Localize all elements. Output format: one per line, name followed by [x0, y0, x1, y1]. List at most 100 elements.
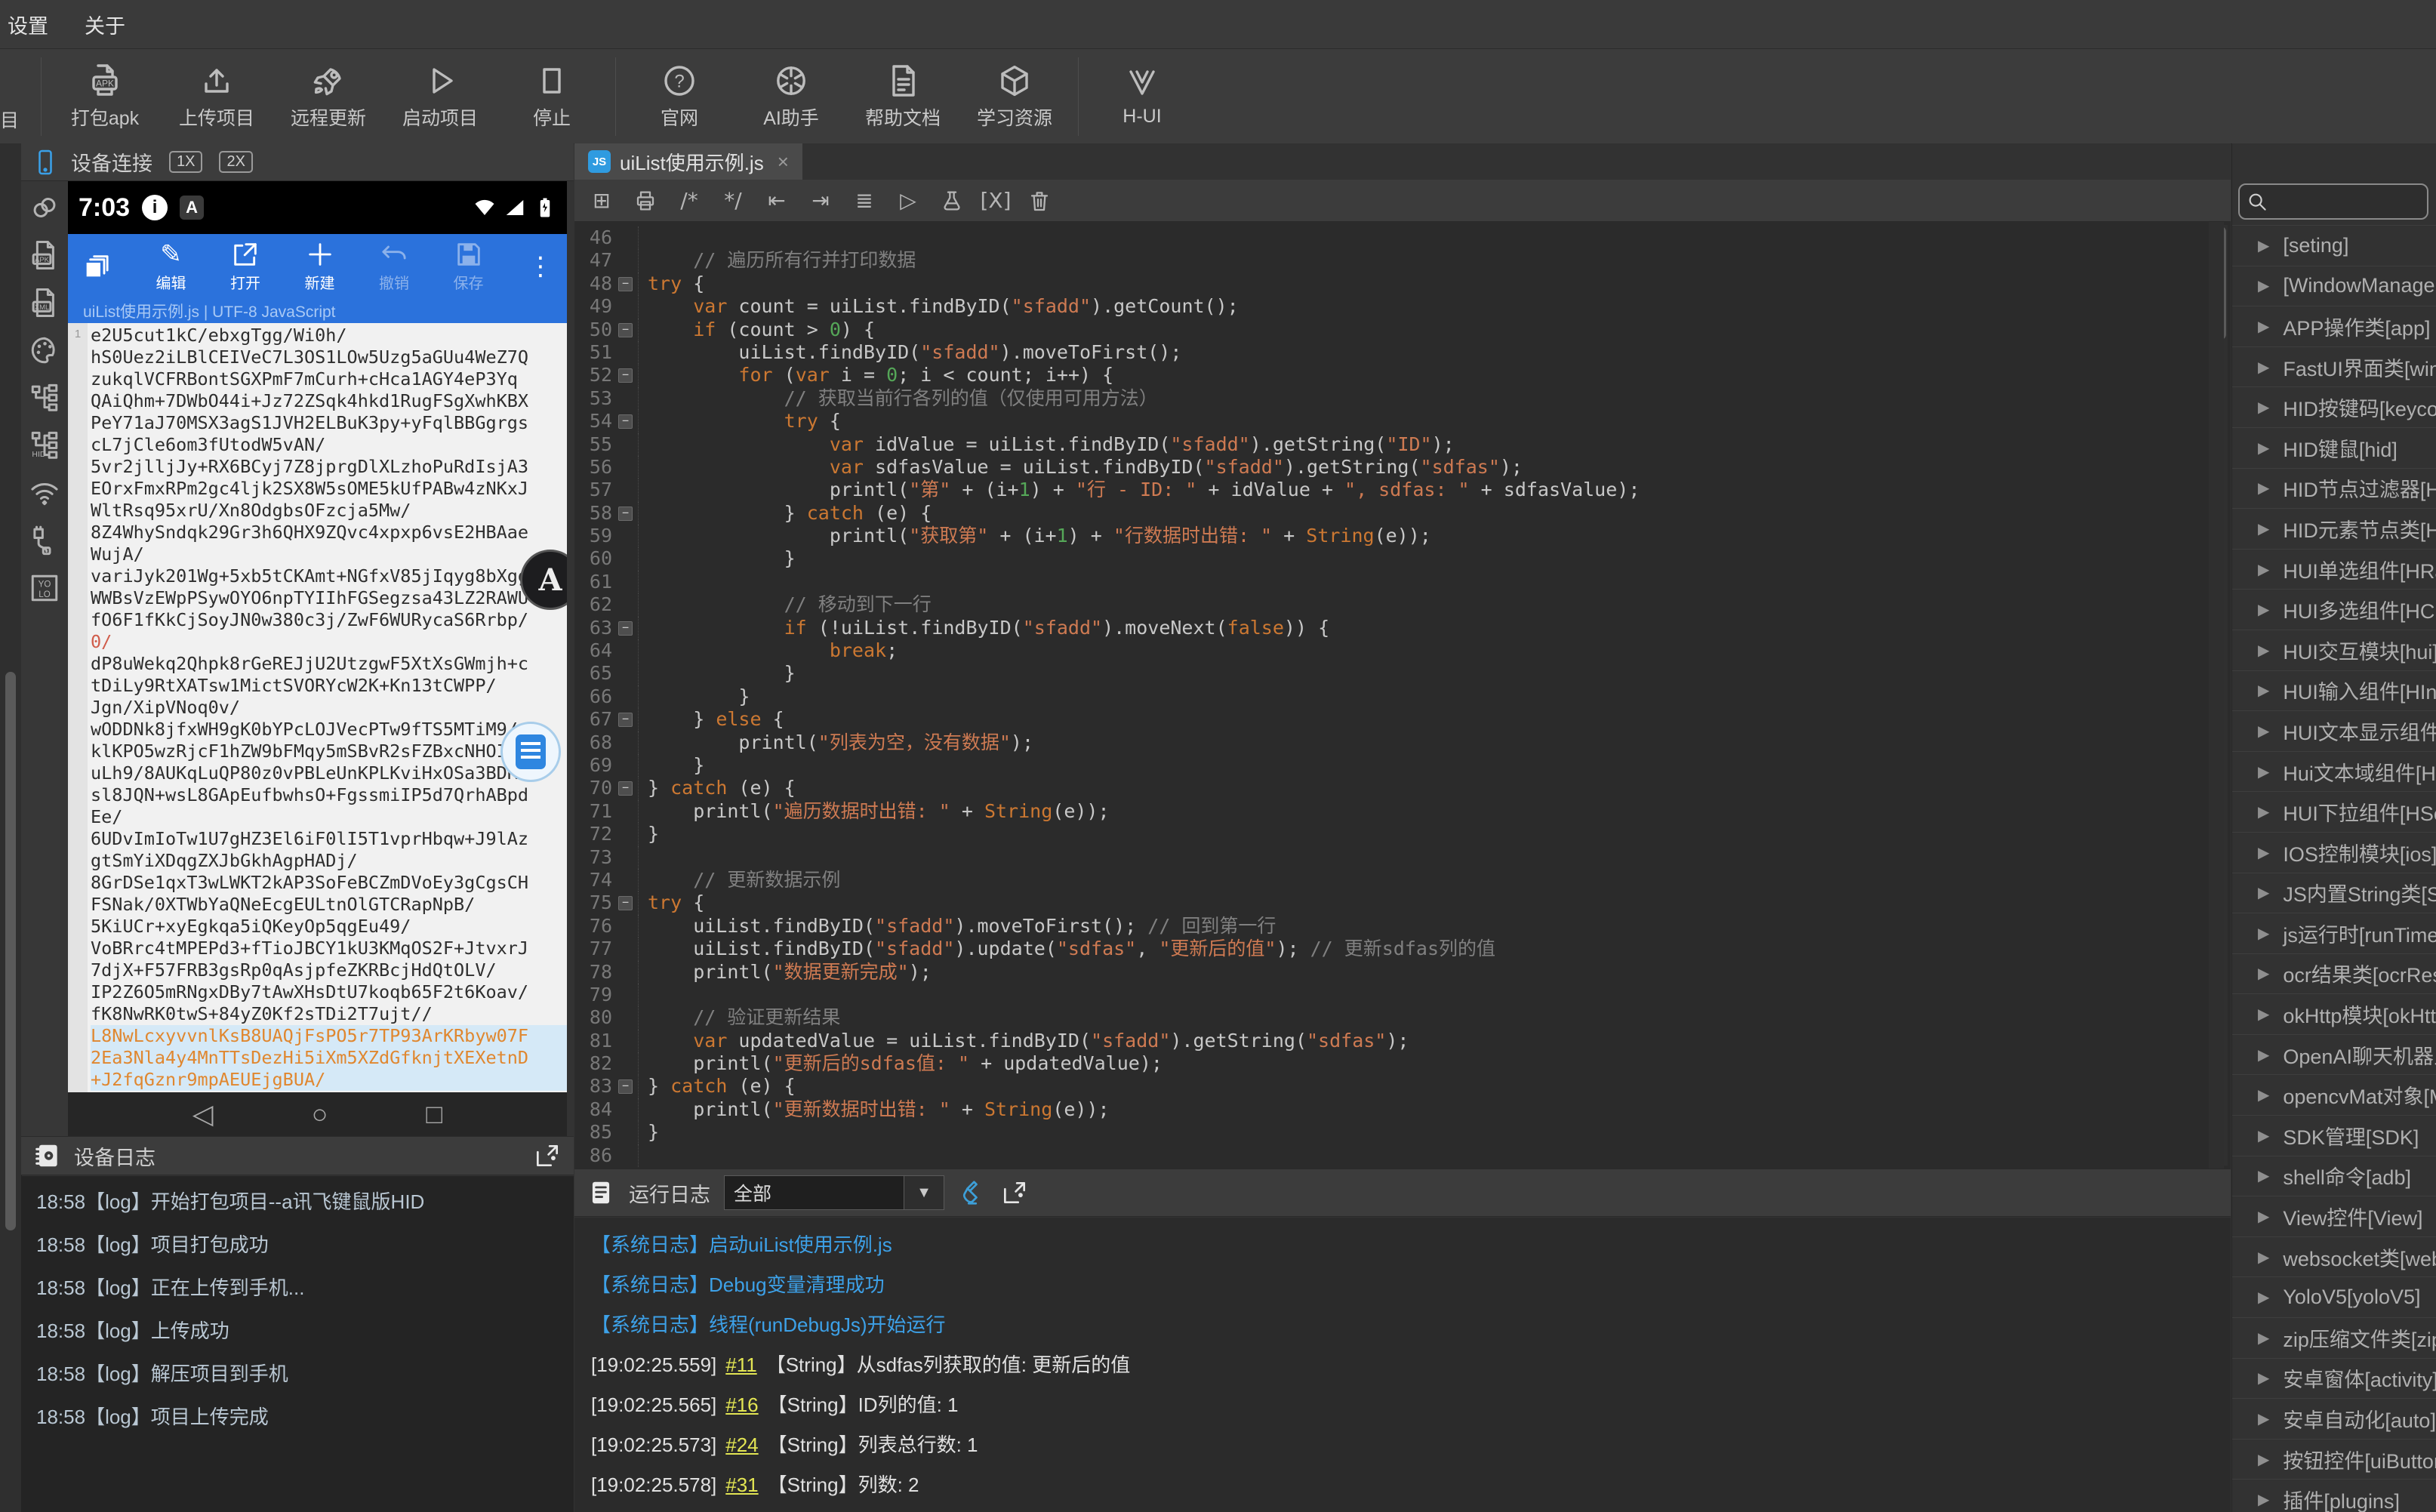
expand-arrow-icon[interactable]: ▶ [2258, 802, 2269, 821]
device-log-list[interactable]: 18:58【log】开始打包项目--a讯飞键鼠版HID 18:58【log】项目打… [21, 1176, 574, 1512]
phone-toolbar-pencil[interactable]: ✎ 编辑 [156, 239, 186, 293]
toolbar-button-play[interactable]: 启动项目 [384, 52, 496, 141]
menu-设置[interactable]: 设置 [8, 10, 48, 39]
editor-toolbar-new-button[interactable]: ⊞ [585, 184, 618, 217]
api-tree-item[interactable]: ▶ HUI交互模块[hui] [2232, 629, 2436, 670]
nav-back-icon[interactable]: ◁ [192, 1098, 214, 1130]
run-log-filter-select[interactable]: 全部 ▼ [724, 1175, 944, 1210]
api-tree-item[interactable]: ▶ 安卓窗体[activity] [2232, 1357, 2436, 1399]
expand-arrow-icon[interactable]: ▶ [2258, 1045, 2269, 1064]
fold-marker[interactable]: − [618, 896, 633, 911]
tab-uilist-example[interactable]: JS uiList使用示例.js × [574, 143, 802, 180]
api-tree-item[interactable]: ▶ HUI输入组件[HInpu [2232, 670, 2436, 711]
log-line-link[interactable]: #31 [725, 1474, 758, 1496]
phone-toolbar-dots[interactable]: ⋮ [528, 251, 553, 282]
expand-arrow-icon[interactable]: ▶ [2258, 276, 2269, 295]
editor-toolbar-indent-button[interactable]: ⇥ [804, 184, 837, 217]
editor-toolbar-flask-button[interactable] [935, 184, 969, 217]
expand-arrow-icon[interactable]: ▶ [2258, 1126, 2269, 1145]
toolbar-button-rocket[interactable]: 远程更新 [273, 52, 384, 141]
api-tree-item[interactable]: ▶ HUI文本显示组件[H [2232, 710, 2436, 751]
expand-arrow-icon[interactable]: ▶ [2258, 560, 2269, 579]
expand-arrow-icon[interactable]: ▶ [2258, 1369, 2269, 1387]
expand-arrow-icon[interactable]: ▶ [2258, 479, 2269, 497]
api-search-box[interactable] [2238, 183, 2428, 220]
menu-关于[interactable]: 关于 [85, 10, 125, 39]
run-log-list[interactable]: 【系统日志】启动uiList使用示例.js 【系统日志】Debug变量清理成功 【系… [574, 1218, 2231, 1512]
api-tree-item[interactable]: ▶ [seting] [2232, 225, 2436, 266]
api-tree-item[interactable]: ▶ Hui文本域组件[HTe [2232, 750, 2436, 792]
editor-toolbar-regex-button[interactable]: [X] [979, 184, 1012, 217]
toolbar-button-stop[interactable]: 停止 [496, 52, 608, 141]
toolbar-button-box[interactable]: 学习资源 [959, 52, 1070, 141]
api-tree-item[interactable]: ▶ HID键鼠[hid] [2232, 427, 2436, 468]
api-tree-item[interactable]: ▶ 按钮控件[uiButton] [2232, 1438, 2436, 1480]
api-tree-item[interactable]: ▶ JS内置String类[Str [2232, 872, 2436, 913]
expand-arrow-icon[interactable]: ▶ [2258, 883, 2269, 902]
api-tree-item[interactable]: ▶ 插件[plugins] [2232, 1479, 2436, 1512]
toolbar-button-question[interactable]: ? 官网 [624, 52, 735, 141]
expand-arrow-icon[interactable]: ▶ [2258, 1288, 2269, 1307]
expand-arrow-icon[interactable]: ▶ [2258, 762, 2269, 781]
phone-toolbar-plus[interactable]: 新建 [305, 239, 335, 293]
toolbar-item-partial[interactable]: 目 [0, 44, 33, 149]
expand-arrow-icon[interactable]: ▶ [2258, 1166, 2269, 1185]
expand-arrow-icon[interactable]: ▶ [2258, 1329, 2269, 1347]
side-yolo-icon[interactable]: YO LO [29, 572, 60, 604]
api-tree-item[interactable]: ▶ HID元素节点类[Hid [2232, 508, 2436, 549]
expand-arrow-icon[interactable]: ▶ [2258, 1248, 2269, 1267]
editor-toolbar-comment-close-button[interactable]: */ [716, 184, 750, 217]
toolbar-button-hui[interactable]: H-UI [1086, 52, 1198, 141]
api-tree-item[interactable]: ▶ FastUI界面类[windo [2232, 346, 2436, 387]
editor-toolbar-trash-button[interactable] [1023, 184, 1056, 217]
fold-marker[interactable]: − [618, 322, 633, 337]
editor-toolbar-format-button[interactable]: ≣ [848, 184, 881, 217]
api-tree-item[interactable]: ▶ zip压缩文件类[zip] [2232, 1317, 2436, 1358]
api-tree-item[interactable]: ▶ websocket类[webs [2232, 1236, 2436, 1277]
editor-toolbar-comment-open-button[interactable]: /* [673, 184, 706, 217]
fold-marker[interactable]: − [618, 713, 633, 728]
expand-arrow-icon[interactable]: ▶ [2258, 1207, 2269, 1226]
fold-marker[interactable]: − [618, 276, 633, 291]
mirror-zoom-1x-button[interactable]: 1X [169, 151, 203, 173]
fold-marker[interactable]: − [618, 368, 633, 383]
expand-arrow-icon[interactable]: ▶ [2258, 1005, 2269, 1024]
side-link-icon[interactable] [29, 192, 60, 223]
api-tree-item[interactable]: ▶ [WindowManager] [2232, 265, 2436, 306]
api-search-input[interactable] [2268, 190, 2415, 213]
expand-arrow-icon[interactable]: ▶ [2258, 641, 2269, 660]
device-log-expand-icon[interactable] [533, 1141, 562, 1170]
api-tree-item[interactable]: ▶ HID节点过滤器[Hid [2232, 467, 2436, 509]
log-line-link[interactable]: #11 [725, 1353, 756, 1376]
fold-marker[interactable]: − [618, 621, 633, 636]
api-tree-item[interactable]: ▶ YoloV5[yoloV5] [2232, 1276, 2436, 1317]
api-tree-item[interactable]: ▶ HUI单选组件[HRadi [2232, 548, 2436, 590]
expand-arrow-icon[interactable]: ▶ [2258, 519, 2269, 538]
fold-marker[interactable]: − [618, 781, 633, 796]
api-tree-item[interactable]: ▶ HID按键码[keycode [2232, 386, 2436, 427]
log-line-link[interactable]: #16 [725, 1393, 758, 1416]
tab-close-icon[interactable]: × [778, 150, 789, 174]
side-wifi-icon[interactable] [29, 477, 60, 509]
side-nodetree-icon[interactable] [29, 382, 60, 414]
expand-arrow-icon[interactable]: ▶ [2258, 1490, 2269, 1509]
phone-toolbar-undo[interactable]: 撤销 [379, 239, 409, 293]
log-line-link[interactable]: #24 [725, 1433, 758, 1456]
api-tree-item[interactable]: ▶ ocr结果类[ocrResul [2232, 953, 2436, 994]
expand-arrow-icon[interactable]: ▶ [2258, 843, 2269, 862]
api-tree-item[interactable]: ▶ HUI多选组件[HChe [2232, 589, 2436, 630]
mirror-zoom-2x-button[interactable]: 2X [219, 151, 253, 173]
phone-toolbar-pages[interactable] [82, 251, 112, 282]
expand-arrow-icon[interactable]: ▶ [2258, 358, 2269, 377]
nav-home-icon[interactable]: ○ [312, 1098, 328, 1130]
run-log-expand-icon[interactable] [1000, 1178, 1029, 1207]
editor-toolbar-run-button[interactable]: ▷ [892, 184, 925, 217]
api-tree-item[interactable]: ▶ shell命令[adb] [2232, 1155, 2436, 1196]
side-hidtree-icon[interactable]: HID [29, 430, 60, 461]
code-editor[interactable]: 46 47 // 遍历所有行并打印数据 48− try {49 var count =… [574, 222, 2231, 1169]
expand-arrow-icon[interactable]: ▶ [2258, 1450, 2269, 1469]
toolbar-button-helpdoc[interactable]: 帮助文档 [847, 52, 959, 141]
api-tree[interactable]: ▶ [seting] ▶ [WindowManager] ▶ APP操作类[app] ▶ Fa… [2232, 225, 2436, 1512]
api-tree-item[interactable]: ▶ 安卓自动化[auto] [2232, 1398, 2436, 1439]
expand-arrow-icon[interactable]: ▶ [2258, 439, 2269, 457]
